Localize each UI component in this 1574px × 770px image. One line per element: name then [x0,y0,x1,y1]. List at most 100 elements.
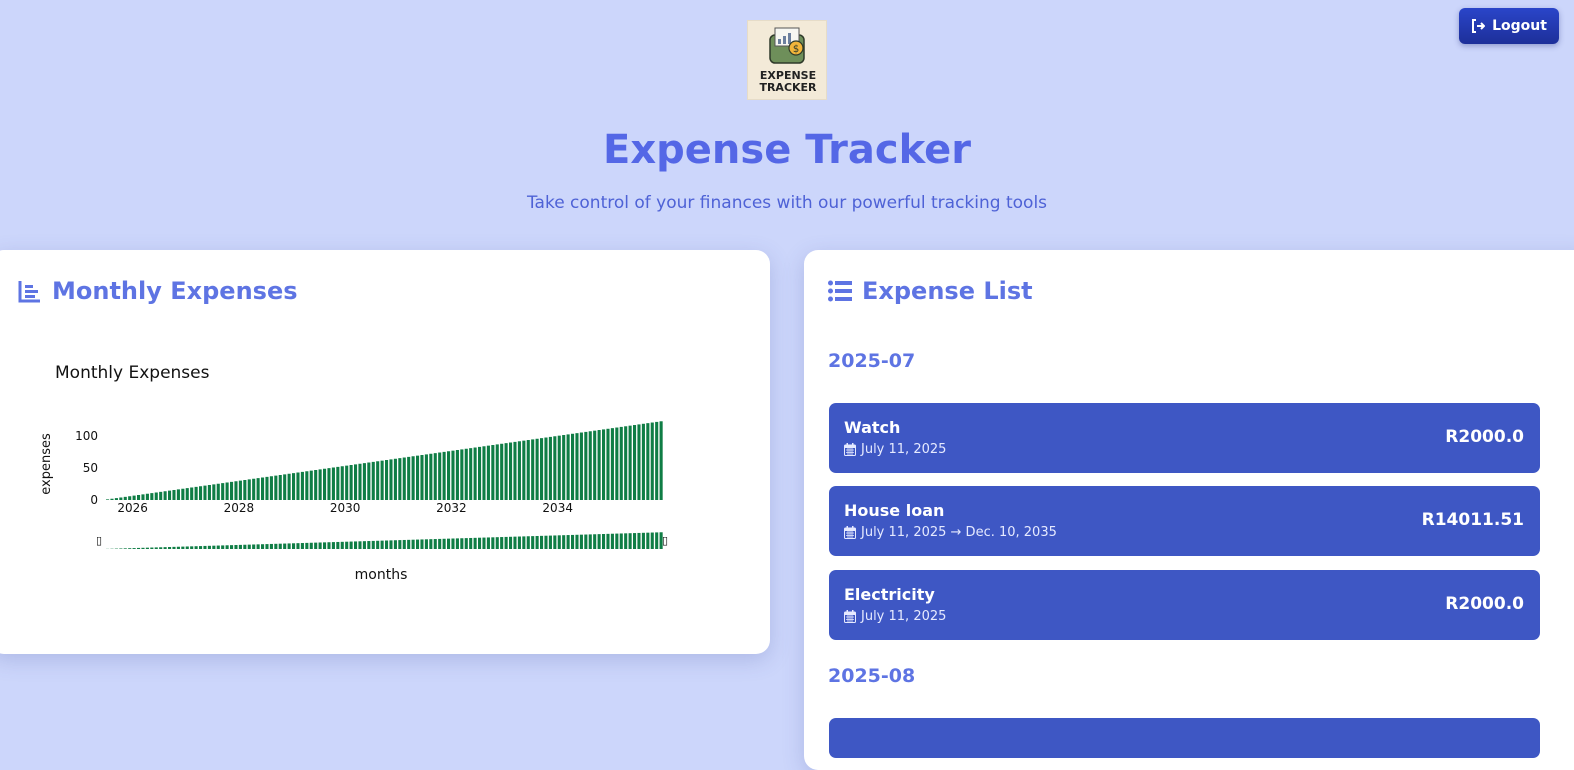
app-logo: $ EXPENSE TRACKER [747,20,827,100]
chart-bar [416,456,419,500]
chart-bar [465,449,468,500]
chart-bar [575,433,578,500]
range-slider-handle-left[interactable]: ▯ [96,534,102,547]
chart-bar [230,482,233,500]
logout-icon [1471,19,1485,33]
chart-bar [611,428,614,500]
chart-bar [141,494,144,500]
chart-bar [412,456,415,500]
bar-chart-icon [18,279,42,303]
chart-bar [491,445,494,500]
chart-bar [199,486,202,500]
range-slider-bar [137,548,140,549]
chart-bar [186,488,189,500]
chart-bar [385,460,388,500]
chart-bar [593,431,596,500]
chart-bar [177,489,180,500]
chart-bar [203,486,206,500]
x-tick-label: 2032 [436,501,467,515]
expense-item[interactable]: Electricity July 11, 2025 R2000.0 [829,570,1540,640]
chart-bar [598,430,601,500]
chart-bar [456,450,459,500]
chart-bar [106,499,109,500]
chart-bar [190,487,193,500]
x-tick-label: 2026 [117,501,148,515]
chart-bar [252,479,255,500]
chart-bar [553,436,556,500]
chart-bar [265,477,268,500]
expense-date: July 11, 2025 [861,609,946,624]
chart-bar [345,466,348,500]
chart-bar [221,483,224,500]
chart-title: Monthly Expenses [55,363,210,383]
chart-bar [115,498,118,500]
range-slider-bar [119,548,122,549]
chart-bar [655,422,658,500]
calendar-icon [844,526,856,539]
chart-bar [394,459,397,500]
chart-bar [620,427,623,500]
chart-bar [642,424,645,500]
chart-bar [469,448,472,500]
expense-name: Electricity [844,585,935,604]
chart-bar [536,439,539,500]
chart-bar [420,455,423,500]
expense-name: Watch [844,418,900,437]
page-title: Expense Tracker [0,127,1574,173]
chart-bar [398,458,401,500]
chart-bar [128,496,131,500]
chart-bar [363,463,366,500]
chart-bar [580,433,583,500]
logout-label: Logout [1492,18,1547,34]
x-tick-label: 2034 [542,501,573,515]
chart-bar [323,469,326,500]
calendar-icon [844,443,856,456]
chart-bar [629,426,632,500]
chart-bar [319,469,322,500]
chart-bar [434,453,437,500]
chart-bar [124,497,127,500]
chart-bar [429,454,432,500]
chart-bar [296,473,299,501]
chart-bar [354,464,357,500]
chart-bar [496,444,499,500]
chart-bar [376,461,379,500]
chart-bar [500,444,503,500]
expense-date-row: July 11, 2025 [844,609,946,624]
chart-bar [110,499,113,500]
chart-bar [562,435,565,500]
chart-bar [168,491,171,500]
chart-bar [518,441,521,500]
logout-button[interactable]: Logout [1459,8,1559,44]
chart-bar [195,487,198,500]
chart-bar [133,496,136,500]
expense-date-row: July 11, 2025 → Dec. 10, 2035 [844,525,1057,540]
chart-bar [513,442,516,500]
chart-bar [270,476,273,500]
chart-bar [509,443,512,500]
chart-bar [549,437,552,500]
range-slider[interactable] [100,528,666,548]
chart-bar [633,425,636,500]
chart-bar [615,428,618,500]
chart-bar [146,494,149,500]
range-slider-handle-right[interactable]: ▯ [662,534,668,547]
chart-bar [208,485,211,500]
wallet-chart-icon: $ [748,21,828,71]
chart-bar [137,495,140,500]
chart-bar [606,429,609,500]
chart-bar [332,468,335,501]
expense-item[interactable]: Watch July 11, 2025 R2000.0 [829,403,1540,473]
chart-bar [212,484,215,500]
expense-item[interactable] [829,718,1540,758]
expense-list-title: Expense List [862,277,1033,305]
chart-bar [482,446,485,500]
chart-bar [660,421,663,500]
logo-text-line2: TRACKER [748,82,828,94]
chart-bar [172,490,175,500]
chart-bar [589,431,592,500]
chart-bar [341,466,344,500]
expense-item[interactable]: House loan July 11, 2025 → Dec. 10, 2035… [829,486,1540,556]
chart-bar [248,479,251,500]
chart-bar [310,471,313,500]
